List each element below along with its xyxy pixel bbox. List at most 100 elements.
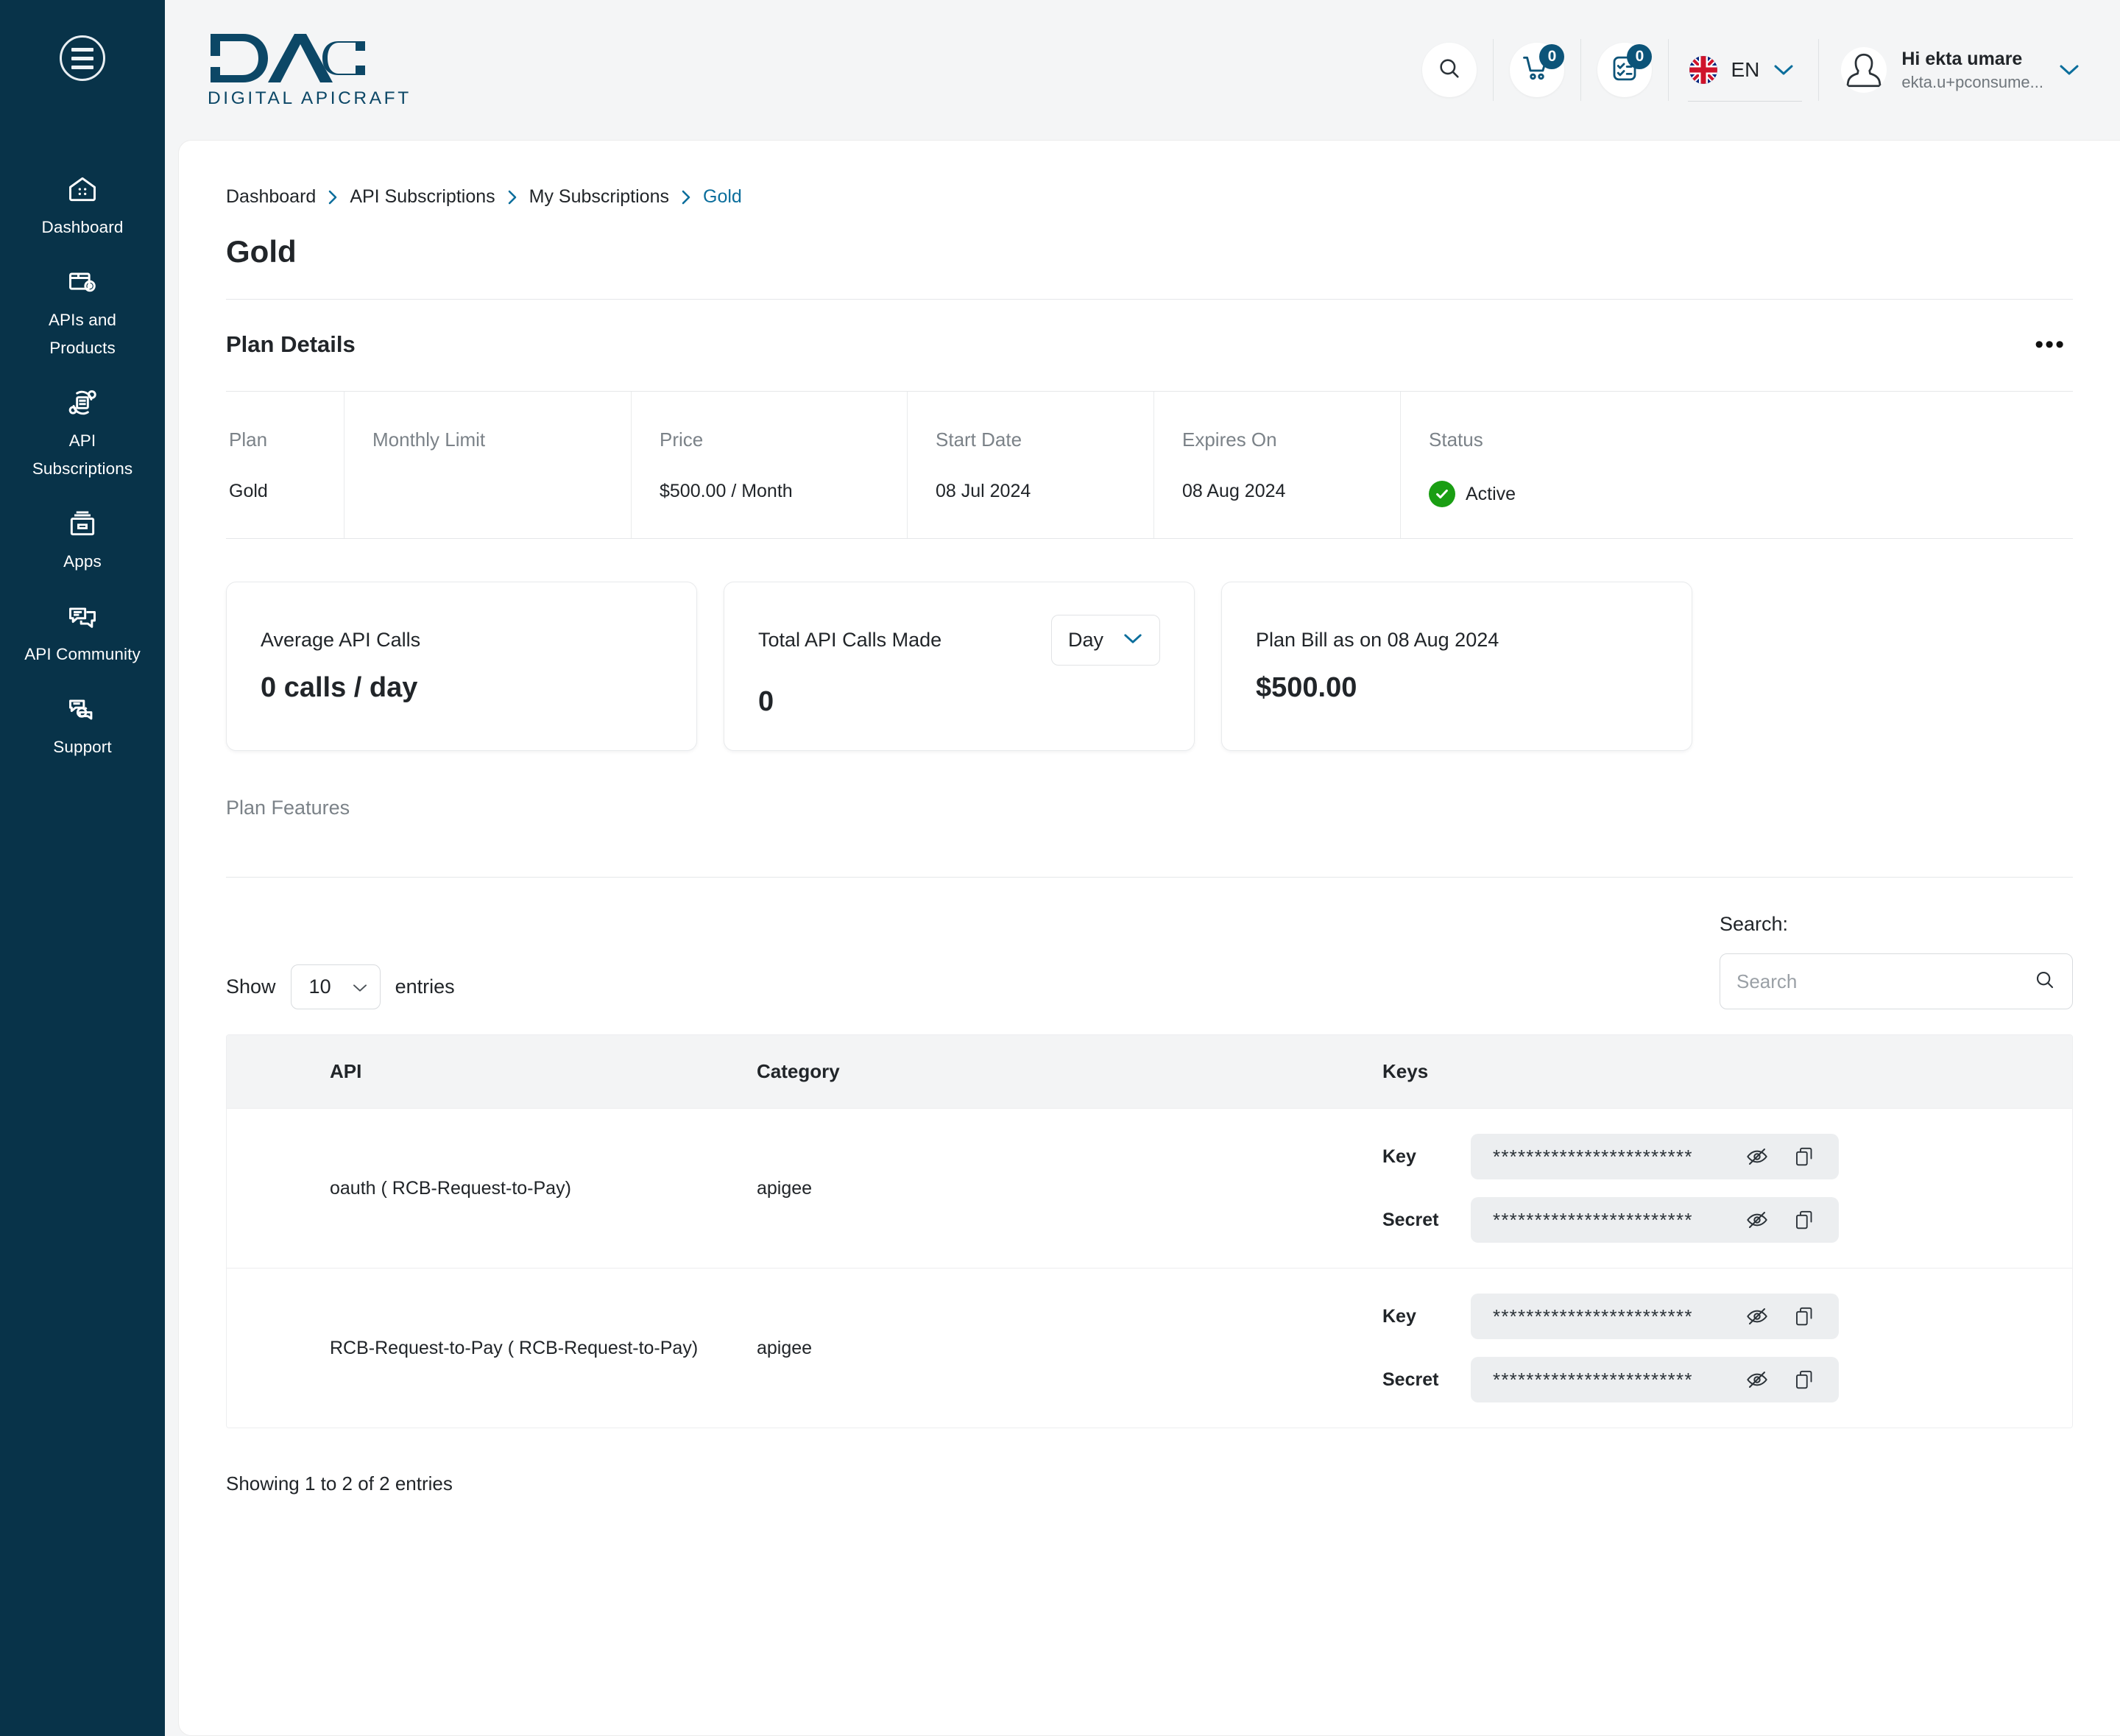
language-underline — [1688, 101, 1803, 102]
sidebar-item-api-community[interactable]: API Community — [0, 589, 165, 682]
plan-details-table: Plan Gold Monthly Limit Price $500.00 / … — [226, 391, 2073, 538]
key-row: Secret ************************ — [1382, 1357, 2072, 1402]
key-label: Secret — [1382, 1209, 1439, 1230]
copy-icon[interactable] — [1792, 1367, 1817, 1392]
header-divider — [1493, 39, 1494, 101]
eye-off-icon[interactable] — [1745, 1207, 1770, 1232]
sidebar-item-label: Support — [53, 738, 112, 756]
plan-value-start-date: 08 Jul 2024 — [936, 481, 1031, 501]
table-row: oauth ( RCB-Request-to-Pay) apigee Key *… — [227, 1108, 2072, 1268]
divider — [226, 538, 2073, 539]
table-search-box[interactable] — [1720, 953, 2073, 1009]
key-row: Key ************************ — [1382, 1294, 2072, 1339]
main-area: DIGITAL APICRAFT 0 0 EN Hi ekta umare ek… — [165, 0, 2120, 1736]
apis-products-icon — [66, 265, 99, 299]
eye-off-icon[interactable] — [1745, 1304, 1770, 1329]
check-circle-icon — [1429, 481, 1455, 507]
period-select-value: Day — [1067, 629, 1103, 651]
table-row: RCB-Request-to-Pay ( RCB-Request-to-Pay)… — [227, 1268, 2072, 1428]
search-input[interactable] — [1736, 970, 2034, 993]
language-selector[interactable]: EN — [1685, 56, 1803, 102]
plan-cell-status: Status Active — [1400, 392, 2073, 538]
plan-header-plan: Plan — [229, 428, 268, 451]
user-menu[interactable]: Hi ekta umare ekta.u+pconsume... — [1835, 47, 2080, 93]
metric-top: Plan Bill as on 08 Aug 2024 — [1256, 629, 1658, 652]
table-cell-keys: Key ************************ Secret ****… — [1382, 1134, 2072, 1243]
key-row: Secret ************************ — [1382, 1197, 2072, 1243]
plan-features-label: Plan Features — [226, 797, 350, 819]
dashboard-icon — [66, 172, 99, 206]
sidebar-item-label: API Community — [24, 645, 141, 663]
hamburger-menu-icon[interactable] — [60, 35, 105, 81]
eye-off-icon[interactable] — [1745, 1144, 1770, 1169]
eye-off-icon[interactable] — [1745, 1367, 1770, 1392]
uk-flag-icon — [1689, 56, 1718, 84]
key-field: ************************ — [1471, 1294, 1839, 1339]
language-label: EN — [1731, 58, 1760, 81]
copy-icon[interactable] — [1792, 1207, 1817, 1232]
top-header: DIGITAL APICRAFT 0 0 EN Hi ekta umare ek… — [165, 0, 2120, 140]
entries-per-page-select[interactable]: 10 — [290, 964, 381, 1009]
plan-details-title: Plan Details — [226, 331, 356, 357]
sidebar-item-apps[interactable]: Apps — [0, 496, 165, 589]
api-keys-table: API Category Keys oauth ( RCB-Request-to… — [226, 1034, 2073, 1428]
sidebar: Dashboard APIs and Products API Subscrip… — [0, 0, 165, 1736]
page-title: Gold — [226, 234, 297, 269]
metric-card-total-api-calls: Total API Calls Made Day 0 — [724, 582, 1195, 751]
chevron-down-icon — [1773, 63, 1795, 77]
table-cell-category: apigee — [757, 1337, 813, 1358]
plan-value-plan: Gold — [229, 481, 268, 501]
chevron-down-icon — [2058, 63, 2080, 77]
key-field: ************************ — [1471, 1134, 1839, 1179]
metric-value: $500.00 — [1256, 672, 1357, 703]
breadcrumb-item-dashboard[interactable]: Dashboard — [226, 186, 316, 208]
table-search-block: Search: — [1720, 913, 2073, 1009]
key-field: ************************ — [1471, 1197, 1839, 1243]
support-icon — [66, 692, 99, 726]
sidebar-item-api-subscriptions[interactable]: API Subscriptions — [0, 375, 165, 496]
key-row: Key ************************ — [1382, 1134, 2072, 1179]
tasks-button[interactable]: 0 — [1597, 43, 1653, 97]
user-texts: Hi ekta umare ekta.u+pconsume... — [1901, 49, 2043, 92]
table-cell-api: oauth ( RCB-Request-to-Pay) — [330, 1177, 571, 1199]
plan-cell-start-date: Start Date 08 Jul 2024 — [907, 392, 1153, 538]
copy-icon[interactable] — [1792, 1304, 1817, 1329]
key-label: Secret — [1382, 1369, 1439, 1390]
dac-logo-icon — [208, 31, 411, 85]
plan-details-more-button[interactable]: ••• — [2027, 328, 2073, 361]
sidebar-item-apis-and-products[interactable]: APIs and Products — [0, 255, 165, 375]
table-header-keys: Keys — [1382, 1060, 1429, 1082]
copy-icon[interactable] — [1792, 1144, 1817, 1169]
plan-header-status: Status — [1429, 428, 1483, 451]
metric-label: Total API Calls Made — [758, 629, 942, 651]
metric-card-average-api-calls: Average API Calls 0 calls / day — [226, 582, 697, 751]
sidebar-item-label: API Subscriptions — [32, 431, 133, 478]
breadcrumb-item-my-subscriptions[interactable]: My Subscriptions — [529, 186, 669, 208]
header-divider — [1580, 39, 1582, 101]
show-label: Show — [226, 975, 276, 998]
search-icon — [1437, 56, 1462, 85]
table-cell-category: apigee — [757, 1177, 813, 1199]
table-footer-info: Showing 1 to 2 of 2 entries — [226, 1472, 453, 1495]
sidebar-item-support[interactable]: Support — [0, 682, 165, 775]
key-masked-value: ************************ — [1493, 1145, 1693, 1168]
app-logo[interactable]: DIGITAL APICRAFT — [208, 31, 411, 109]
metric-label: Plan Bill as on 08 Aug 2024 — [1256, 629, 1499, 651]
content-wrapper: Dashboard API Subscriptions My Subscript… — [165, 140, 2120, 1736]
key-label: Key — [1382, 1305, 1416, 1327]
search-button[interactable] — [1422, 43, 1477, 97]
chevron-down-icon — [1123, 632, 1143, 649]
period-select[interactable]: Day — [1050, 615, 1160, 666]
search-icon[interactable] — [2034, 969, 2056, 995]
cart-badge: 0 — [1539, 44, 1565, 69]
apps-icon — [66, 507, 99, 540]
tasks-badge: 0 — [1627, 44, 1653, 69]
breadcrumb-item-api-subscriptions[interactable]: API Subscriptions — [350, 186, 495, 208]
chevron-right-icon — [507, 189, 517, 205]
table-header-row: API Category Keys — [227, 1035, 2072, 1108]
metric-value: 0 — [758, 686, 774, 717]
sidebar-item-dashboard[interactable]: Dashboard — [0, 162, 165, 255]
cart-button[interactable]: 0 — [1510, 43, 1565, 97]
metric-label: Average API Calls — [261, 629, 421, 651]
hamburger-bar — [71, 56, 93, 60]
